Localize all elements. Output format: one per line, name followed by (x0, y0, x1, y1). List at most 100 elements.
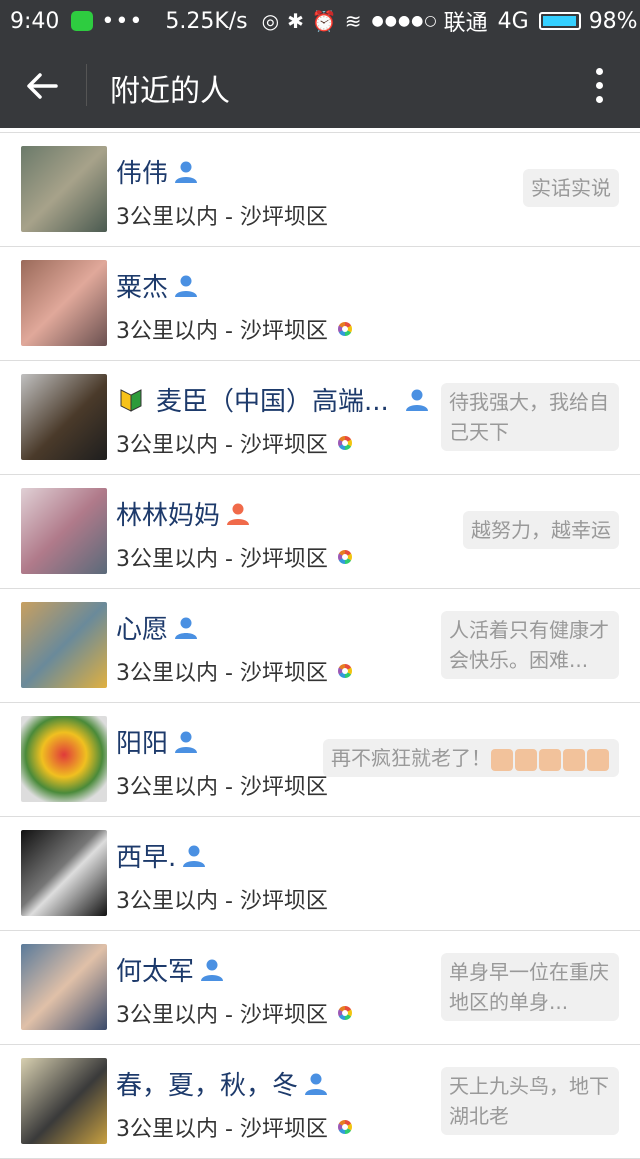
signature-text: 单身早一位在重庆地区的单身... (449, 960, 609, 1014)
person-name: 阳阳 (116, 729, 169, 759)
name-line: 阳阳 (116, 723, 198, 760)
list-item[interactable]: 粟杰 3公里以内 - 沙坪坝区 (0, 247, 640, 361)
status-icons: ◎ ✱ ⏰ ≋ (262, 9, 362, 33)
hotspot-icon: ◎ (261, 9, 280, 33)
location-text: 3公里以内 - 沙坪坝区 (116, 997, 352, 1029)
arrow-left-icon[interactable] (22, 66, 62, 106)
female-person-icon (227, 503, 250, 525)
signature-bubble: 待我强大，我给自己天下 (441, 383, 619, 451)
male-person-icon (175, 275, 198, 297)
alarm-icon: ⏰ (311, 9, 337, 33)
list-item[interactable]: 春，夏，秋，冬 3公里以内 - 沙坪坝区 天上九头鸟，地下湖北老 (0, 1045, 640, 1159)
person-name: 麦臣（中国）高端... (156, 387, 389, 417)
signature-text: 越努力，越幸运 (471, 518, 611, 542)
male-person-icon (175, 161, 198, 183)
list-item[interactable]: 麦臣（中国）高端... 3公里以内 - 沙坪坝区 待我强大，我给自己天下 (0, 361, 640, 475)
location-label: 3公里以内 - 沙坪坝区 (116, 205, 328, 230)
list-item[interactable]: 何太军 3公里以内 - 沙坪坝区 单身早一位在重庆地区的单身... (0, 931, 640, 1045)
list-item[interactable]: 伟伟 3公里以内 - 沙坪坝区 实话实说 (0, 133, 640, 247)
avatar[interactable] (21, 944, 107, 1030)
avatar[interactable] (21, 602, 107, 688)
location-text: 3公里以内 - 沙坪坝区 (116, 199, 328, 231)
fist-emoji-icon (587, 748, 609, 771)
male-person-icon (305, 1073, 328, 1095)
network-type: 4G (497, 8, 529, 34)
fist-emoji-icon (539, 748, 561, 771)
location-label: 3公里以内 - 沙坪坝区 (116, 319, 328, 344)
signature-bubble: 实话实说 (523, 169, 619, 207)
male-person-icon (405, 389, 428, 411)
title-divider (86, 64, 87, 106)
name-line: 何太军 (116, 951, 224, 988)
location-text: 3公里以内 - 沙坪坝区 (116, 313, 352, 345)
moments-icon (337, 664, 352, 678)
avatar[interactable] (21, 830, 107, 916)
avatar[interactable] (21, 1058, 107, 1144)
moments-icon (337, 1120, 352, 1134)
signature-bubble: 人活着只有健康才会快乐。困难... (441, 611, 619, 679)
location-label: 3公里以内 - 沙坪坝区 (116, 889, 328, 914)
avatar[interactable] (21, 146, 107, 232)
avatar[interactable] (21, 488, 107, 574)
list-item[interactable]: 林林妈妈 3公里以内 - 沙坪坝区 越努力，越幸运 (0, 475, 640, 589)
location-text: 3公里以内 - 沙坪坝区 (116, 769, 328, 801)
list-item[interactable]: 阳阳 3公里以内 - 沙坪坝区 再不疯狂就老了！ (0, 703, 640, 817)
location-label: 3公里以内 - 沙坪坝区 (116, 1003, 328, 1028)
location-text: 3公里以内 - 沙坪坝区 (116, 427, 352, 459)
avatar[interactable] (21, 716, 107, 802)
signature-text: 人活着只有健康才会快乐。困难... (449, 618, 609, 672)
moments-icon (337, 436, 352, 450)
signature-text: 天上九头鸟，地下湖北老 (449, 1074, 609, 1128)
list-item[interactable]: 西早. 3公里以内 - 沙坪坝区 (0, 817, 640, 931)
moments-icon (337, 550, 352, 564)
location-label: 3公里以内 - 沙坪坝区 (116, 433, 328, 458)
name-line: 心愿 (116, 609, 198, 646)
location-text: 3公里以内 - 沙坪坝区 (116, 1111, 352, 1143)
fist-emoji-icon (515, 748, 537, 771)
location-text: 3公里以内 - 沙坪坝区 (116, 655, 352, 687)
location-text: 3公里以内 - 沙坪坝区 (116, 883, 328, 915)
person-name: 春，夏，秋，冬 (116, 1071, 299, 1101)
male-person-icon (201, 959, 224, 981)
name-line: 麦臣（中国）高端... (118, 381, 429, 418)
title-bar: 附近的人 (0, 42, 640, 128)
signature-bubble: 越努力，越幸运 (463, 511, 619, 549)
person-name: 林林妈妈 (116, 501, 221, 531)
name-line: 林林妈妈 (116, 495, 250, 532)
status-bar: 9:40 ••• 5.25K/s ◎ ✱ ⏰ ≋ ●●●●○ 联通 4G 98% (0, 0, 640, 42)
person-name: 伟伟 (116, 159, 169, 189)
male-person-icon (183, 845, 206, 867)
location-label: 3公里以内 - 沙坪坝区 (116, 775, 328, 800)
person-name: 何太军 (116, 957, 195, 987)
name-line: 春，夏，秋，冬 (116, 1065, 328, 1102)
bluetooth-icon: ✱ (287, 9, 304, 33)
signature-text: 待我强大，我给自己天下 (449, 390, 609, 444)
fist-emoji-icon (563, 748, 585, 771)
signature-bubble: 单身早一位在重庆地区的单身... (441, 953, 619, 1021)
status-dots: ••• (101, 8, 144, 34)
more-vertical-icon[interactable] (596, 68, 604, 104)
nearby-people-list: 伟伟 3公里以内 - 沙坪坝区 实话实说 粟杰 3公里以内 - 沙坪坝区 麦臣（中国）高端… (0, 132, 640, 1159)
name-line: 伟伟 (116, 153, 198, 190)
status-time: 9:40 (10, 8, 60, 34)
moments-icon (337, 1006, 352, 1020)
avatar[interactable] (21, 374, 107, 460)
location-label: 3公里以内 - 沙坪坝区 (116, 661, 328, 686)
person-name: 心愿 (116, 615, 169, 645)
signature-bubble: 天上九头鸟，地下湖北老 (441, 1067, 619, 1135)
signature-bubble: 再不疯狂就老了！ (323, 739, 619, 777)
location-text: 3公里以内 - 沙坪坝区 (116, 541, 352, 573)
fist-emoji-icon (491, 748, 513, 771)
name-line: 粟杰 (116, 267, 198, 304)
person-name: 西早. (116, 843, 177, 873)
male-person-icon (175, 731, 198, 753)
avatar[interactable] (21, 260, 107, 346)
location-label: 3公里以内 - 沙坪坝区 (116, 547, 328, 572)
wechat-icon (71, 11, 94, 31)
list-item[interactable]: 心愿 3公里以内 - 沙坪坝区 人活着只有健康才会快乐。困难... (0, 589, 640, 703)
wifi-icon: ≋ (344, 9, 362, 33)
male-person-icon (175, 617, 198, 639)
signature-text: 实话实说 (531, 176, 611, 200)
signature-text: 再不疯狂就老了！ (331, 746, 491, 770)
name-line: 西早. (116, 837, 206, 874)
